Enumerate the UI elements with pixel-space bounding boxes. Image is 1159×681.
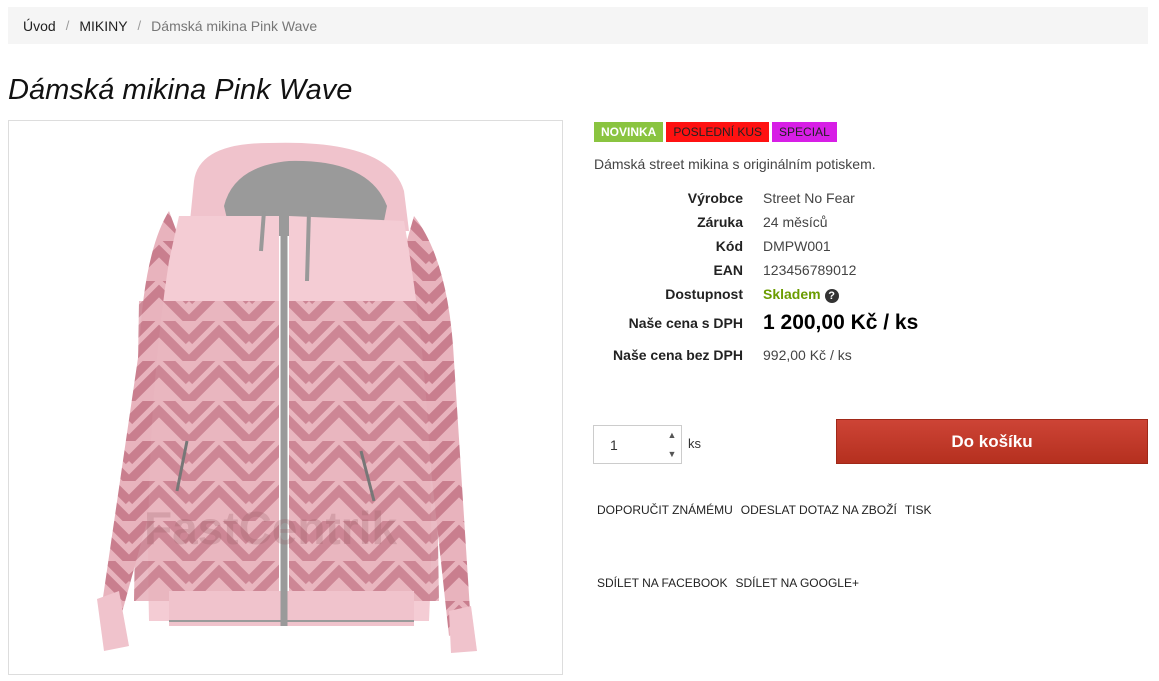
param-row-price-novat: Naše cena bez DPH 992,00 Kč / ks <box>594 340 918 370</box>
image-watermark: FastCentrik <box>144 502 398 554</box>
breadcrumb-separator: / <box>137 18 142 33</box>
param-label: Kód <box>715 238 743 254</box>
breadcrumb: Úvod / MIKINY / Dámská mikina Pink Wave <box>8 7 1148 44</box>
param-row-code: Kód DMPW001 <box>594 234 918 258</box>
param-label: Výrobce <box>687 190 743 206</box>
page-title: Dámská mikina Pink Wave <box>8 74 353 106</box>
breadcrumb-home-link[interactable]: Úvod <box>23 18 56 34</box>
quantity-unit: ks <box>688 436 701 451</box>
param-value: 123456789012 <box>763 262 857 278</box>
product-parameters: Výrobce Street No Fear Záruka 24 měsíců … <box>594 186 918 370</box>
recommend-link[interactable]: DOPORUČIT ZNÁMÉMU <box>597 503 733 517</box>
param-value: DMPW001 <box>763 238 831 254</box>
flag-last-piece: POSLEDNÍ KUS <box>666 122 770 142</box>
param-row-warranty: Záruka 24 měsíců <box>594 210 918 234</box>
product-image[interactable]: FastCentrik <box>8 120 563 675</box>
param-row-manufacturer: Výrobce Street No Fear <box>594 186 918 210</box>
quantity-spin: ▲ ▼ <box>663 426 681 463</box>
quantity-input[interactable] <box>594 426 664 463</box>
param-row-price-vat: Naše cena s DPH 1 200,00 Kč / ks <box>594 306 919 340</box>
param-label: Naše cena bez DPH <box>613 347 743 363</box>
hoodie-image <box>97 142 477 653</box>
param-label: Dostupnost <box>665 286 743 302</box>
price-without-vat: 992,00 Kč / ks <box>763 347 852 363</box>
breadcrumb-category-link[interactable]: MIKINY <box>79 18 127 34</box>
add-to-cart-button[interactable]: Do košíku <box>836 419 1148 464</box>
param-row-availability: Dostupnost Skladem? <box>594 282 918 306</box>
arrow-up-icon[interactable]: ▲ <box>663 426 681 445</box>
param-value: 24 měsíců <box>763 214 828 230</box>
param-label: Naše cena s DPH <box>628 315 743 331</box>
question-circle-icon[interactable]: ? <box>824 288 839 303</box>
product-actions: DOPORUČIT ZNÁMÉMU ODESLAT DOTAZ NA ZBOŽÍ… <box>597 503 939 517</box>
print-link[interactable]: TISK <box>905 503 932 517</box>
param-row-ean: EAN 123456789012 <box>594 258 918 282</box>
param-label: EAN <box>713 262 743 278</box>
product-flags: NOVINKA POSLEDNÍ KUS SPECIAL <box>594 122 837 142</box>
price-with-vat: 1 200,00 Kč / ks <box>763 311 919 334</box>
ask-question-link[interactable]: ODESLAT DOTAZ NA ZBOŽÍ <box>741 503 897 517</box>
quantity-stepper[interactable]: ▲ ▼ <box>593 425 682 464</box>
short-description: Dámská street mikina s originálním potis… <box>594 156 876 172</box>
flag-special: SPECIAL <box>772 122 837 142</box>
arrow-down-icon[interactable]: ▼ <box>663 445 681 464</box>
share-facebook-link[interactable]: SDÍLET NA FACEBOOK <box>597 576 728 590</box>
param-value: Street No Fear <box>763 190 855 206</box>
availability-status: Skladem <box>763 285 821 302</box>
param-label: Záruka <box>697 214 743 230</box>
flag-new: NOVINKA <box>594 122 664 142</box>
breadcrumb-current: Dámská mikina Pink Wave <box>151 17 318 34</box>
share-actions: SDÍLET NA FACEBOOK SDÍLET NA GOOGLE+ <box>597 576 867 590</box>
breadcrumb-separator: / <box>65 18 70 33</box>
share-google-link[interactable]: SDÍLET NA GOOGLE+ <box>736 576 860 590</box>
